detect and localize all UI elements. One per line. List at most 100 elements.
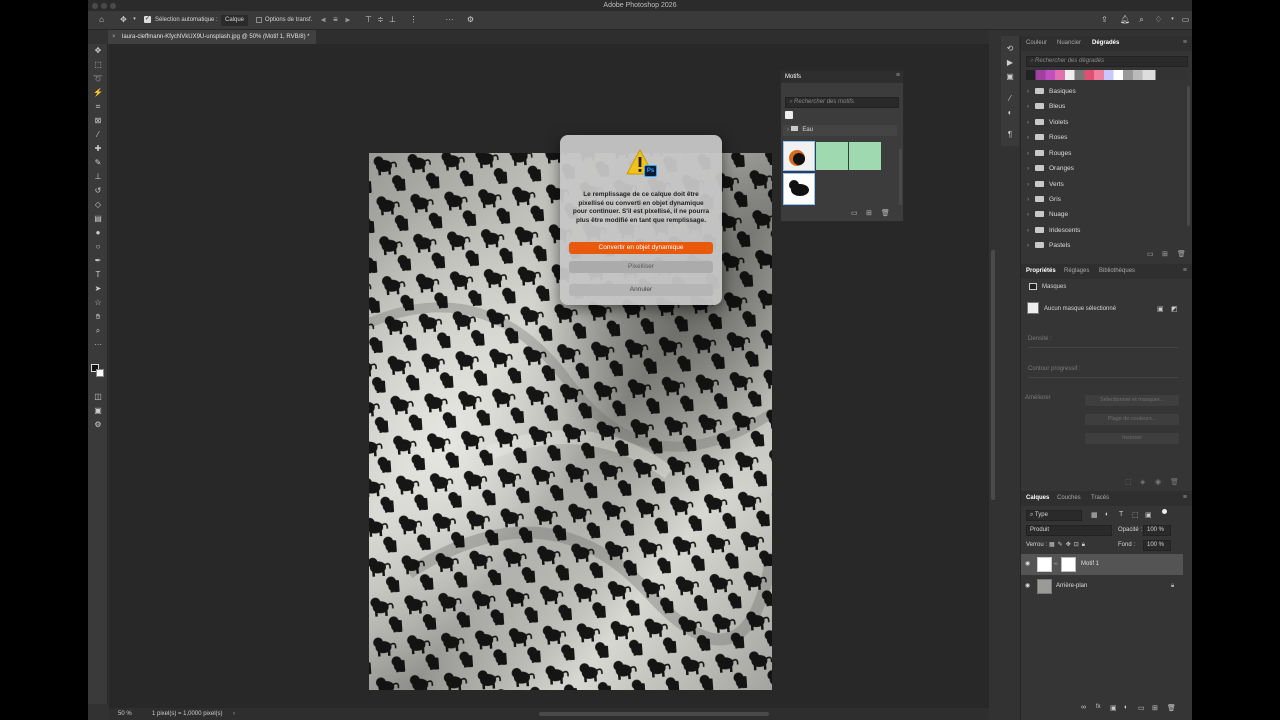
dodge-tool-icon[interactable]: ○ bbox=[93, 242, 103, 252]
trash-icon[interactable]: 🗑︎ bbox=[1167, 704, 1176, 712]
pen-tool-icon[interactable]: ✒ bbox=[93, 256, 103, 266]
auto-select-dropdown[interactable]: Calque bbox=[221, 15, 249, 26]
frame-tool-icon[interactable]: ⊠ bbox=[93, 116, 103, 126]
panel-menu-icon[interactable]: ≡ bbox=[1183, 494, 1187, 501]
filter-type-icon[interactable]: T bbox=[1119, 511, 1123, 518]
move-tool-icon[interactable]: ✥ bbox=[119, 15, 128, 24]
home-icon[interactable]: ⌂ bbox=[97, 15, 106, 24]
paragraph-icon[interactable]: ¶ bbox=[1005, 130, 1015, 140]
tab-couleur[interactable]: Couleur bbox=[1026, 36, 1047, 51]
motif-thumbnail[interactable] bbox=[783, 141, 815, 171]
healing-brush-tool-icon[interactable]: ✚ bbox=[93, 144, 103, 154]
layer-mask-thumbnail[interactable] bbox=[1061, 557, 1076, 572]
tab-traces[interactable]: Tracés bbox=[1091, 491, 1109, 506]
background-color-swatch[interactable] bbox=[96, 369, 104, 377]
filter-toggle-icon[interactable] bbox=[1162, 509, 1167, 514]
close-window-button[interactable] bbox=[92, 3, 98, 9]
trash-icon[interactable]: 🗑︎ bbox=[1170, 478, 1179, 486]
apply-mask-icon[interactable]: ◈ bbox=[1140, 478, 1145, 486]
tab-reglages[interactable]: Réglages bbox=[1064, 264, 1089, 279]
tab-degrades[interactable]: Dégradés bbox=[1092, 36, 1119, 51]
filter-smart-object-icon[interactable]: ▣ bbox=[1145, 511, 1152, 519]
folder-pastels[interactable]: › Pastels bbox=[1027, 240, 1070, 252]
type-tool-icon[interactable]: T bbox=[93, 270, 103, 280]
magic-wand-tool-icon[interactable]: ⚡ bbox=[93, 88, 103, 98]
filter-shape-icon[interactable]: ⬚ bbox=[1132, 511, 1139, 519]
blend-mode-dropdown[interactable]: Produit bbox=[1026, 525, 1112, 536]
layer-row[interactable]: ◉ ∞ Motif 1 bbox=[1021, 554, 1183, 575]
tab-proprietes[interactable]: Propriétés bbox=[1026, 264, 1056, 279]
blur-tool-icon[interactable]: ● bbox=[93, 228, 103, 238]
gradient-presets-strip[interactable] bbox=[1026, 70, 1188, 80]
bell-icon[interactable]: 🔔︎ bbox=[1120, 15, 1130, 24]
gradients-search-input[interactable]: ⌕ Rechercher des dégradés bbox=[1026, 56, 1188, 67]
add-icon[interactable]: ⊞ bbox=[1162, 250, 1168, 258]
feather-slider[interactable] bbox=[1028, 377, 1178, 378]
lock-options-icons[interactable]: ▦✎✥⊡🔒︎ bbox=[1049, 541, 1088, 549]
document-tab[interactable]: × laura-cleffmann-KfycNVkUX9U-unsplash.j… bbox=[108, 30, 316, 44]
align-left-icon[interactable]: ⫷ bbox=[319, 15, 328, 24]
brush-tool-icon[interactable]: ✎ bbox=[93, 158, 103, 168]
align-top-icon[interactable]: ⊤ bbox=[364, 15, 373, 24]
stamp-tool-icon[interactable]: ⊥ bbox=[93, 172, 103, 182]
adjustment-layer-icon[interactable]: ◐ bbox=[1124, 704, 1128, 711]
new-group-icon[interactable]: ▭ bbox=[1138, 704, 1145, 712]
folder-roses[interactable]: › Roses bbox=[1027, 132, 1067, 144]
link-layers-icon[interactable]: ∞ bbox=[1081, 704, 1086, 711]
motifs-search-input[interactable]: ⌕ Rechercher des motifs bbox=[785, 97, 899, 108]
layer-name[interactable]: Arrière-plan bbox=[1056, 576, 1087, 597]
folder-verts[interactable]: › Verts bbox=[1027, 179, 1064, 191]
lasso-tool-icon[interactable]: ➰ bbox=[93, 74, 103, 84]
align-center-icon[interactable]: ≡ bbox=[331, 15, 340, 24]
motifs-scrollbar[interactable] bbox=[899, 149, 902, 205]
path-selection-tool-icon[interactable]: ➤ bbox=[93, 284, 103, 294]
horizontal-scrollbar[interactable] bbox=[539, 712, 769, 716]
marquee-tool-icon[interactable]: ⬚ bbox=[93, 60, 103, 70]
fill-input[interactable]: 100 % bbox=[1143, 540, 1171, 551]
visibility-icon[interactable]: ◉ bbox=[1155, 478, 1161, 486]
tab-bibliotheques[interactable]: Bibliothèques bbox=[1099, 264, 1135, 279]
density-slider[interactable] bbox=[1028, 347, 1178, 348]
motif-thumbnail[interactable] bbox=[849, 142, 881, 170]
cancel-button[interactable]: Annuler bbox=[569, 284, 713, 296]
eraser-tool-icon[interactable]: ◇ bbox=[93, 200, 103, 210]
opacity-input[interactable]: 100 % bbox=[1143, 525, 1171, 536]
folder-iridescents[interactable]: › Iridescents bbox=[1027, 225, 1080, 237]
link-icon[interactable]: ∞ bbox=[1054, 562, 1058, 567]
layer-name[interactable]: Motif 1 bbox=[1081, 554, 1099, 575]
tab-nuancier[interactable]: Nuancier bbox=[1057, 36, 1081, 51]
brushes-icon[interactable]: ⁄ bbox=[1005, 94, 1015, 104]
eye-icon[interactable]: ◉ bbox=[1025, 576, 1030, 597]
motif-thumbnail[interactable] bbox=[816, 142, 848, 170]
crop-tool-icon[interactable]: ⌗ bbox=[93, 102, 103, 112]
adjustments-icon[interactable]: ◐ bbox=[1005, 108, 1015, 118]
filter-adjustment-icon[interactable]: ◐ bbox=[1105, 511, 1109, 518]
minimize-window-button[interactable] bbox=[101, 3, 107, 9]
gear-icon[interactable]: ⚙ bbox=[466, 15, 475, 24]
folder-violets[interactable]: › Violets bbox=[1027, 117, 1068, 129]
load-selection-icon[interactable]: ⬚ bbox=[1125, 478, 1132, 486]
folder-basiques[interactable]: › Basiques bbox=[1027, 86, 1076, 98]
more-tools-icon[interactable]: ··· bbox=[93, 340, 103, 350]
shape-tool-icon[interactable]: ☆ bbox=[93, 298, 103, 308]
align-bottom-icon[interactable]: ⊥ bbox=[388, 15, 397, 24]
zoom-tool-icon[interactable]: ⌕ bbox=[93, 326, 103, 336]
folder-bleus[interactable]: › Bleus bbox=[1027, 101, 1065, 113]
tab-calques[interactable]: Calques bbox=[1026, 491, 1049, 506]
color-range-button[interactable]: Plage de couleurs... bbox=[1085, 414, 1179, 425]
actions-icon[interactable]: ▶ bbox=[1005, 58, 1015, 68]
rasterize-button[interactable]: Pixelliser bbox=[569, 261, 713, 273]
chevron-down-icon[interactable]: ▾ bbox=[130, 15, 139, 24]
folder-oranges[interactable]: › Oranges bbox=[1027, 163, 1074, 175]
workspace-icon[interactable]: ▭ bbox=[1181, 15, 1190, 24]
transform-controls-checkbox[interactable] bbox=[256, 17, 262, 23]
trash-icon[interactable]: 🗑︎ bbox=[881, 209, 890, 217]
gradient-tool-icon[interactable]: ▤ bbox=[93, 214, 103, 224]
history-icon[interactable]: ⟲ bbox=[1005, 44, 1015, 54]
panel-menu-icon[interactable]: ≡ bbox=[1183, 39, 1187, 46]
invert-button[interactable]: Inverser bbox=[1085, 433, 1179, 444]
zoom-level[interactable]: 50 % bbox=[118, 708, 132, 720]
eyedropper-tool-icon[interactable]: ⁄ bbox=[93, 130, 103, 140]
folder-gris[interactable]: › Gris bbox=[1027, 194, 1061, 206]
panel-menu-icon[interactable]: ≡ bbox=[896, 72, 900, 79]
